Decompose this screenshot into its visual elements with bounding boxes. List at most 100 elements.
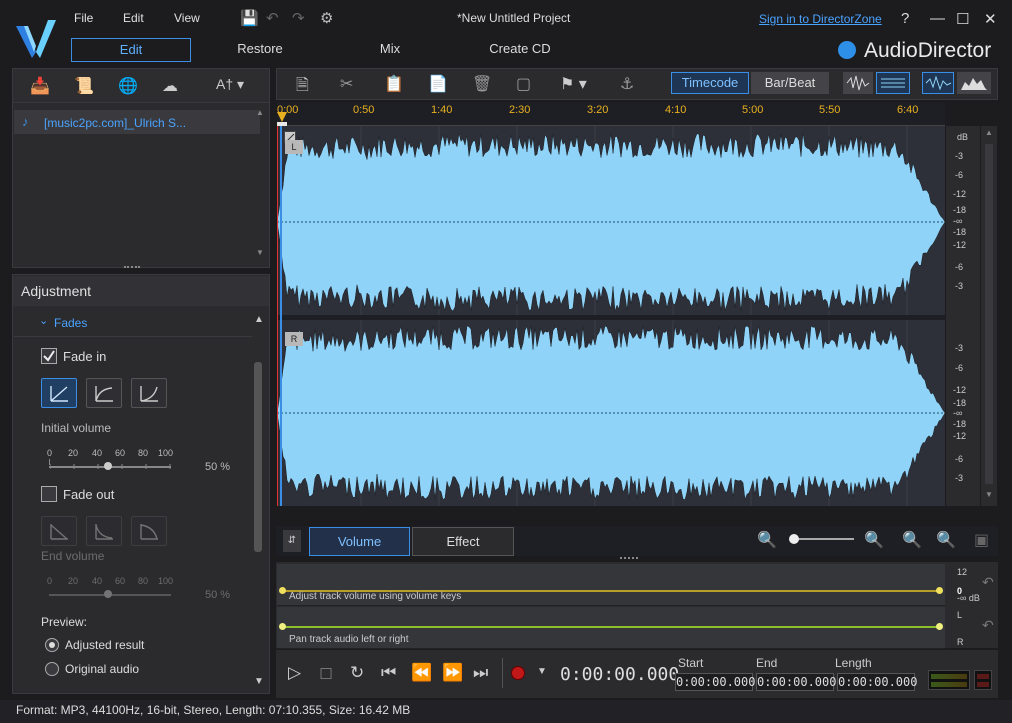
copy-icon[interactable]: 📋 [384, 74, 404, 94]
spectrum-display-button[interactable] [957, 72, 991, 94]
mode-tab-mix[interactable]: Mix [350, 38, 430, 62]
end-time-field[interactable]: 0:00:00.000 [756, 673, 836, 691]
spectral-view-button[interactable] [876, 72, 910, 94]
save-icon[interactable]: 💾 [240, 9, 259, 27]
library-scrollbar[interactable]: ▲ ▼ [254, 108, 264, 258]
waveform-vertical-scrollbar[interactable]: ▲ ▼ [981, 126, 997, 506]
repeat-icon[interactable]: ↻ [350, 663, 364, 683]
adjustment-scrollbar[interactable]: ▲ ▼ [252, 312, 266, 692]
menu-view[interactable]: View [174, 11, 200, 25]
channel-left-badge[interactable]: L [285, 140, 303, 154]
minimize-icon[interactable]: — [930, 10, 945, 27]
fade-out-linear-button[interactable] [41, 516, 77, 546]
waveform-display-button[interactable] [922, 72, 954, 94]
zoom-slider-thumb[interactable] [789, 534, 799, 544]
record-button[interactable] [511, 666, 525, 680]
linear-curve-icon [50, 386, 68, 402]
pan-envelope-line[interactable] [282, 626, 940, 628]
mode-tab-create-cd[interactable]: Create CD [470, 38, 570, 62]
cut-icon[interactable]: ✂ [340, 74, 353, 94]
zoom-in-vertical-icon[interactable]: 🔍 [936, 530, 956, 550]
fade-out-checkbox[interactable] [41, 486, 57, 502]
tab-volume[interactable]: Volume [309, 527, 410, 556]
mode-tab-restore[interactable]: Restore [210, 38, 310, 62]
trim-icon[interactable]: ▢ [516, 74, 531, 94]
help-button[interactable]: ? [901, 10, 909, 27]
collapse-panel-icon[interactable]: ⇵ [283, 530, 301, 552]
fade-in-exp-button[interactable] [131, 378, 167, 408]
marker-dropdown-icon[interactable]: ⚑ ▾ [560, 74, 587, 94]
maximize-icon[interactable]: ☐ [956, 10, 969, 28]
chevron-down-icon[interactable]: ⌄ [39, 314, 48, 327]
playhead-marker-icon[interactable] [270, 110, 288, 126]
barbeat-button[interactable]: Bar/Beat [751, 72, 829, 94]
length-label: Length [835, 656, 872, 670]
fade-out-log-button[interactable] [86, 516, 122, 546]
length-time-field[interactable]: 0:00:00.000 [837, 673, 917, 691]
volume-envelope-point[interactable] [279, 587, 286, 594]
font-size-button[interactable]: A† ▾ [216, 76, 244, 93]
stop-icon[interactable]: ◻ [319, 663, 333, 683]
fade-in-linear-button[interactable] [41, 378, 77, 408]
cloud-icon[interactable]: ☁ [162, 76, 178, 96]
previous-icon[interactable]: ⏮ [381, 663, 396, 683]
original-audio-radio[interactable] [45, 662, 59, 676]
tab-effect[interactable]: Effect [412, 527, 514, 556]
timeline-ruler[interactable] [277, 102, 945, 126]
clip-indicator[interactable] [974, 670, 992, 690]
db-label: -18 [953, 205, 967, 215]
panel-resize-handle[interactable] [124, 266, 140, 270]
menu-edit[interactable]: Edit [123, 11, 144, 25]
zoom-out-vertical-icon[interactable]: 🔍 [902, 530, 922, 550]
undo-icon[interactable]: ↶ [266, 9, 279, 27]
play-icon[interactable]: ▷ [288, 663, 301, 683]
record-dropdown-icon[interactable]: ▼ [537, 666, 547, 677]
close-icon[interactable]: ✕ [984, 10, 997, 28]
pan-scale-label: L [957, 610, 963, 620]
pan-envelope-point[interactable] [936, 623, 943, 630]
next-icon[interactable]: ⏭ [473, 663, 488, 683]
fade-in-checkbox[interactable] [41, 348, 57, 364]
waveform-display[interactable] [277, 126, 945, 506]
fast-forward-icon[interactable]: ⏩ [442, 663, 463, 683]
redo-icon[interactable]: ↷ [292, 9, 305, 27]
mode-tab-edit[interactable]: Edit [71, 38, 191, 62]
rewind-icon[interactable]: ⏪ [411, 663, 432, 683]
fit-to-window-icon[interactable]: ▣ [974, 530, 989, 550]
zoom-slider[interactable] [792, 538, 854, 540]
browse-web-icon[interactable]: 🌐 [118, 76, 138, 96]
volume-hint: Adjust track volume using volume keys [289, 591, 462, 602]
timeline-label: 1:40 [431, 104, 453, 116]
waveform-view-button[interactable] [843, 72, 873, 94]
volume-envelope-point[interactable] [936, 587, 943, 594]
reset-volume-icon[interactable]: ↶ [982, 574, 994, 591]
initial-volume-slider-thumb[interactable] [104, 462, 112, 470]
fades-section-toggle[interactable]: Fades [54, 316, 87, 330]
timecode-button[interactable]: Timecode [671, 72, 749, 94]
zoom-in-horizontal-icon[interactable]: 🔍 [864, 530, 884, 550]
add-to-track-icon[interactable]: 📜 [74, 76, 94, 96]
adjusted-result-radio[interactable] [45, 638, 59, 652]
delete-icon[interactable]: 🗑 [472, 74, 492, 94]
reset-pan-icon[interactable]: ↶ [982, 617, 994, 634]
start-time-field[interactable]: 0:00:00.000 [675, 673, 755, 691]
zoom-out-horizontal-icon[interactable]: 🔍 [757, 530, 777, 550]
fade-out-exp-button[interactable] [131, 516, 167, 546]
properties-icon[interactable]: 🗎 [296, 74, 309, 101]
pan-envelope-point[interactable] [279, 623, 286, 630]
notification-bell-icon[interactable] [838, 41, 856, 59]
db-label: -12 [953, 431, 967, 441]
import-media-icon[interactable]: 📥 [30, 76, 50, 96]
sign-in-link[interactable]: Sign in to DirectorZone [759, 12, 882, 26]
end-volume-slider-thumb[interactable] [104, 590, 112, 598]
db-label: -6 [955, 262, 964, 272]
paste-icon[interactable]: 📄 [428, 74, 448, 94]
anchor-icon[interactable]: ⚓ [620, 74, 634, 94]
envelope-resize-handle[interactable] [620, 557, 638, 561]
scale-label: 80 [138, 448, 149, 458]
settings-gear-icon[interactable]: ⚙ [320, 9, 333, 27]
menu-file[interactable]: File [74, 11, 93, 25]
fade-in-log-button[interactable] [86, 378, 122, 408]
channel-right-badge[interactable]: R [285, 332, 303, 346]
exp-curve-icon [140, 524, 158, 540]
